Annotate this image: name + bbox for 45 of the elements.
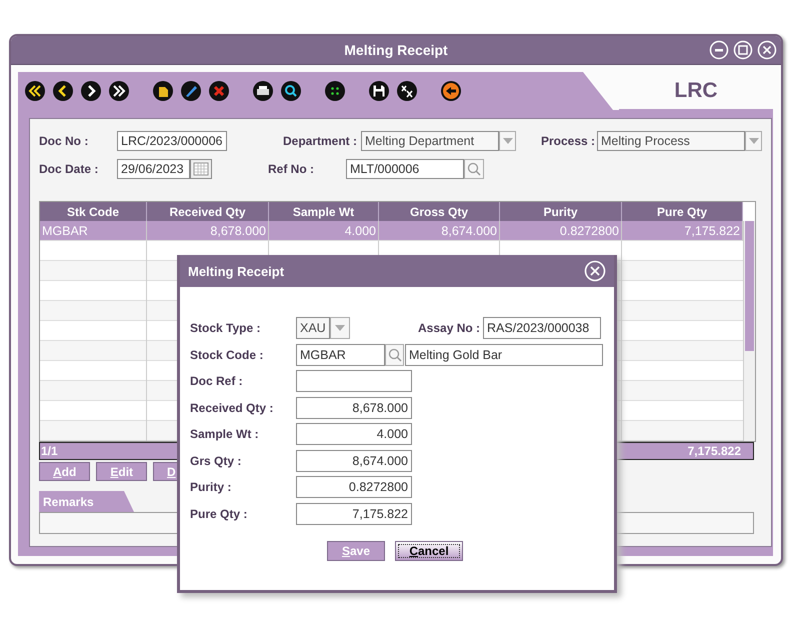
field-label: Pure Qty :	[190, 506, 248, 521]
field-label: Process :	[541, 134, 596, 148]
input-field[interactable]: 8,678.000	[296, 396, 412, 419]
doc-date-field[interactable]: 29/06/2023	[117, 159, 190, 179]
total-value: 7,175.822	[688, 444, 741, 458]
stock-type-select[interactable]: XAU	[296, 317, 330, 340]
field-label: Ref No :	[268, 162, 315, 176]
input-field[interactable]: 0.8272800	[296, 476, 412, 498]
ref-no-field[interactable]: MLT/000006	[346, 159, 464, 179]
input-field[interactable]: 4.000	[296, 423, 412, 446]
department-select[interactable]: Melting Department	[361, 131, 499, 151]
column-header[interactable]: Received Qty	[147, 202, 269, 221]
column-header[interactable]: Stk Code	[40, 202, 147, 221]
field-label: Doc No :	[39, 134, 90, 148]
field-label: Received Qty :	[190, 400, 274, 415]
table-cell: 7,175.822	[622, 221, 743, 241]
doc-no-field[interactable]: LRC/2023/000006	[117, 131, 227, 151]
process-select[interactable]: Melting Process	[597, 131, 745, 151]
field-label: Purity :	[190, 480, 232, 494]
field-label: Assay No :	[418, 321, 480, 336]
dialog-title: Melting Receipt	[188, 264, 284, 278]
table-cell: MGBAR	[40, 221, 147, 241]
cancel-button[interactable]: Cancel	[395, 541, 463, 561]
field-label: Sample Wt :	[190, 427, 260, 442]
record-count: 1/1	[41, 444, 58, 458]
table-cell: 0.8272800	[500, 221, 622, 241]
table-cell: 4.000	[269, 221, 379, 241]
stock-code-field[interactable]: MGBAR	[296, 344, 385, 366]
column-header[interactable]: Pure Qty	[622, 202, 743, 221]
field-label: Doc Ref :	[190, 374, 244, 388]
input-field[interactable]: 7,175.822	[296, 502, 412, 525]
table-cell: 8,674.000	[379, 221, 500, 241]
field-label: Stock Code :	[190, 348, 264, 362]
field-label: Grs Qty :	[190, 454, 242, 468]
stock-description-field[interactable]: Melting Gold Bar	[405, 344, 603, 366]
column-header[interactable]: Purity	[500, 202, 622, 221]
field-label: Doc Date :	[39, 162, 100, 176]
table-cell: 8,678.000	[147, 221, 269, 241]
assay-no-field[interactable]: RAS/2023/000038	[483, 317, 602, 340]
input-field[interactable]: 8,674.000	[296, 450, 412, 472]
field-label: Department :	[283, 134, 358, 148]
field-label: Stock Type :	[190, 321, 262, 336]
window-title: Melting Receipt	[344, 42, 448, 58]
column-header[interactable]: Sample Wt	[269, 202, 379, 221]
column-header[interactable]: Gross Qty	[379, 202, 500, 221]
